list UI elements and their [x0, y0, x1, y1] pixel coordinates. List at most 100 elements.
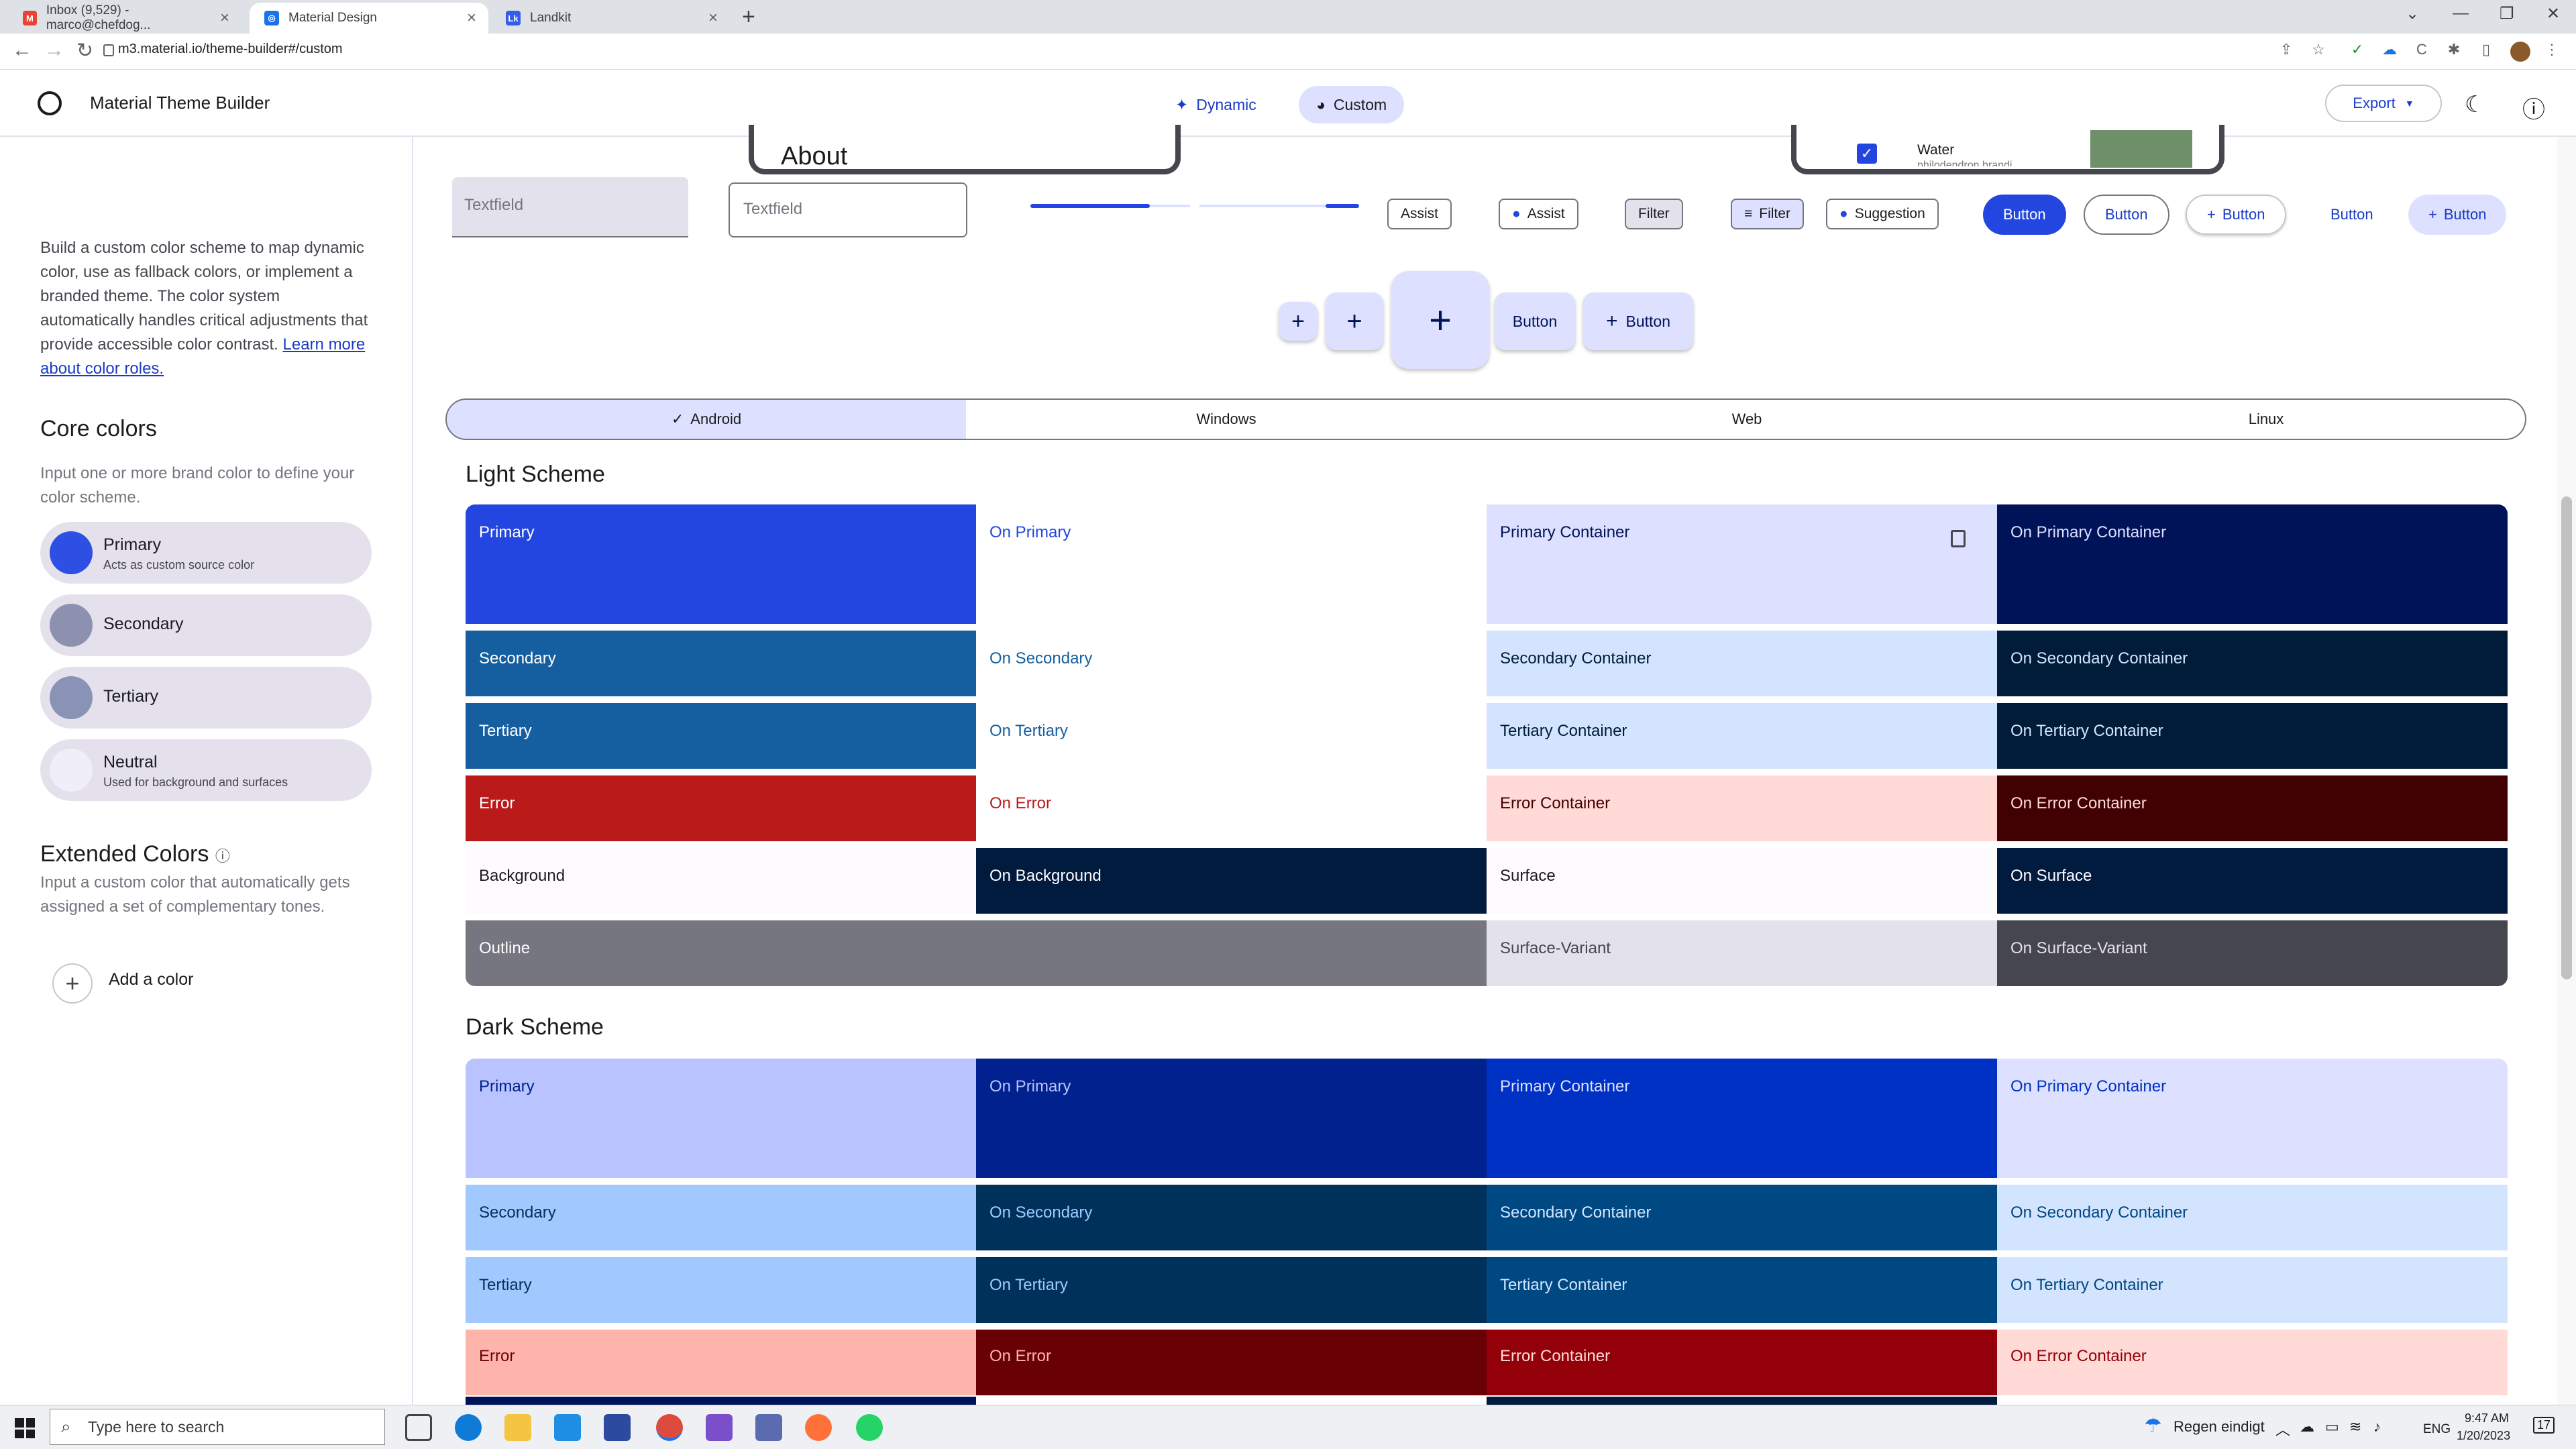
- extended-fab-icon[interactable]: + Button: [1583, 292, 1693, 350]
- color-swatch-on-tertiary[interactable]: On Tertiary: [976, 1257, 1487, 1323]
- language-indicator[interactable]: ENG: [2423, 1422, 2451, 1437]
- color-swatch-tertiary[interactable]: Tertiary: [466, 703, 976, 769]
- filter-chip[interactable]: Filter: [1625, 199, 1683, 229]
- tray-chevron-icon[interactable]: ︿: [2275, 1418, 2290, 1440]
- custom-mode-button[interactable]: ◕ Custom: [1299, 86, 1405, 123]
- menu-kebab-icon[interactable]: ⋮: [2542, 40, 2561, 59]
- color-swatch-primary[interactable]: Primary: [466, 1059, 976, 1178]
- bookmark-star-icon[interactable]: ☆: [2309, 40, 2328, 59]
- core-color-primary[interactable]: Primary Acts as custom source color: [40, 522, 372, 584]
- color-swatch-background[interactable]: Background: [466, 848, 976, 914]
- color-swatch-on-primary[interactable]: On Primary: [976, 1059, 1487, 1178]
- color-swatch-on-error[interactable]: On Error: [976, 1330, 1487, 1395]
- color-swatch-secondary[interactable]: Secondary: [466, 631, 976, 696]
- color-swatch-on-primary-container[interactable]: On Primary Container: [1997, 504, 2508, 624]
- color-swatch-tertiary-container[interactable]: Tertiary Container: [1487, 703, 1997, 769]
- color-swatch-tertiary[interactable]: Tertiary: [466, 1257, 976, 1323]
- color-swatch-error-container[interactable]: Error Container: [1487, 1330, 1997, 1395]
- color-swatch-primary-container[interactable]: Primary Container: [1487, 1059, 1997, 1178]
- info-icon[interactable]: ⓘ: [2522, 91, 2545, 124]
- small-fab[interactable]: +: [1279, 302, 1318, 341]
- color-swatch-on-primary-container[interactable]: On Primary Container: [1997, 1059, 2508, 1178]
- color-swatch-on-error-container[interactable]: On Error Container: [1997, 1330, 2508, 1395]
- extension-c-icon[interactable]: C: [2412, 40, 2431, 59]
- add-color-button[interactable]: +: [52, 963, 93, 1004]
- color-swatch-on-error-container[interactable]: On Error Container: [1997, 775, 2508, 841]
- color-swatch-on-error[interactable]: On Error: [976, 775, 1487, 841]
- textfield-filled[interactable]: Textfield: [452, 177, 688, 237]
- color-swatch-on-surface-variant[interactable]: On Surface-Variant: [1997, 920, 2508, 986]
- windows-start-icon[interactable]: [15, 1418, 35, 1438]
- material-logo-icon[interactable]: [38, 91, 62, 115]
- color-swatch-error[interactable]: Error: [466, 1330, 976, 1395]
- close-icon[interactable]: ×: [467, 9, 476, 28]
- checkbox-checked[interactable]: ✓: [1857, 144, 1877, 164]
- tonal-button[interactable]: + Button: [2408, 195, 2507, 235]
- export-button[interactable]: Export ▼: [2325, 85, 2442, 122]
- file-explorer-icon[interactable]: [504, 1414, 531, 1441]
- info-icon[interactable]: ⓘ: [215, 848, 230, 865]
- clock-time[interactable]: 9:47 AM: [2465, 1411, 2509, 1426]
- color-swatch-primary-container[interactable]: Primary Container: [1487, 504, 1997, 624]
- url-field[interactable]: m3.material.io/theme-builder#/custom: [118, 42, 343, 57]
- vscode-icon[interactable]: [554, 1414, 581, 1441]
- color-swatch-on-secondary[interactable]: On Secondary: [976, 1185, 1487, 1250]
- notification-center-icon[interactable]: 17: [2533, 1417, 2555, 1434]
- whatsapp-icon[interactable]: [856, 1414, 883, 1441]
- text-button[interactable]: Button: [2310, 195, 2394, 235]
- close-icon[interactable]: ×: [220, 9, 229, 28]
- weather-text[interactable]: Regen eindigt: [2174, 1418, 2265, 1436]
- terminal-icon[interactable]: [755, 1414, 782, 1441]
- lock-icon[interactable]: [103, 44, 114, 56]
- tab-search-icon[interactable]: ⌄: [2406, 4, 2419, 23]
- color-swatch-secondary-container[interactable]: Secondary Container: [1487, 1185, 1997, 1250]
- color-swatch-on-secondary-container[interactable]: On Secondary Container: [1997, 1185, 2508, 1250]
- color-swatch-on-tertiary-container[interactable]: On Tertiary Container: [1997, 1257, 2508, 1323]
- edge-icon[interactable]: [455, 1414, 482, 1441]
- browser-tab-landkit[interactable]: Lk Landkit ×: [491, 3, 730, 34]
- clock-date[interactable]: 1/20/2023: [2457, 1429, 2510, 1443]
- platform-tab-windows[interactable]: Windows: [966, 398, 1488, 440]
- platform-tab-web[interactable]: Web: [1487, 398, 2008, 440]
- firefox-icon[interactable]: [805, 1414, 832, 1441]
- core-color-secondary[interactable]: Secondary: [40, 594, 372, 656]
- task-view-icon[interactable]: [405, 1414, 432, 1441]
- color-swatch-tertiary-container[interactable]: Tertiary Container: [1487, 1257, 1997, 1323]
- assist-chip[interactable]: Assist: [1387, 199, 1452, 229]
- dark-mode-icon[interactable]: ☾: [2465, 91, 2485, 118]
- color-swatch-on-tertiary-container[interactable]: On Tertiary Container: [1997, 703, 2508, 769]
- extension-cloud-icon[interactable]: ☁: [2380, 40, 2399, 59]
- window-close-icon[interactable]: ✕: [2546, 4, 2560, 23]
- outlined-button[interactable]: Button: [2084, 195, 2169, 235]
- color-swatch-on-secondary[interactable]: On Secondary: [976, 631, 1487, 696]
- color-swatch[interactable]: [50, 676, 93, 719]
- restore-icon[interactable]: ❐: [2500, 4, 2514, 23]
- new-tab-icon[interactable]: +: [742, 4, 755, 30]
- color-swatch-secondary[interactable]: Secondary: [466, 1185, 976, 1250]
- add-color-label[interactable]: Add a color: [109, 970, 193, 989]
- network-icon[interactable]: ≋: [2349, 1418, 2361, 1436]
- color-swatch-on-surface[interactable]: On Surface: [1997, 848, 2508, 914]
- core-color-neutral[interactable]: Neutral Used for background and surfaces: [40, 739, 372, 801]
- back-icon[interactable]: ←: [12, 39, 32, 62]
- reload-icon[interactable]: ↻: [76, 39, 93, 62]
- color-swatch-surface-variant[interactable]: Surface-Variant: [1487, 920, 1997, 986]
- store-icon[interactable]: [604, 1414, 631, 1441]
- profile-avatar[interactable]: [2510, 42, 2530, 62]
- extended-fab[interactable]: Button: [1495, 292, 1575, 350]
- color-swatch-on-primary[interactable]: On Primary: [976, 504, 1487, 624]
- volume-icon[interactable]: ♪: [2373, 1418, 2381, 1436]
- suggestion-chip[interactable]: ● Suggestion: [1826, 199, 1939, 229]
- color-swatch-outline[interactable]: Outline: [466, 920, 1487, 986]
- sidepanel-icon[interactable]: ▯: [2477, 40, 2496, 59]
- elevated-button[interactable]: + Button: [2186, 195, 2287, 235]
- color-swatch-error-container[interactable]: Error Container: [1487, 775, 1997, 841]
- chrome-icon[interactable]: [656, 1414, 683, 1441]
- color-swatch-secondary-container[interactable]: Secondary Container: [1487, 631, 1997, 696]
- color-swatch[interactable]: [50, 749, 93, 792]
- platform-tab-android[interactable]: ✓ Android: [445, 398, 967, 440]
- copy-icon[interactable]: [1951, 530, 1966, 547]
- close-icon[interactable]: ×: [708, 9, 718, 28]
- color-swatch-surface[interactable]: Surface: [1487, 848, 1997, 914]
- forward-icon[interactable]: →: [44, 39, 64, 62]
